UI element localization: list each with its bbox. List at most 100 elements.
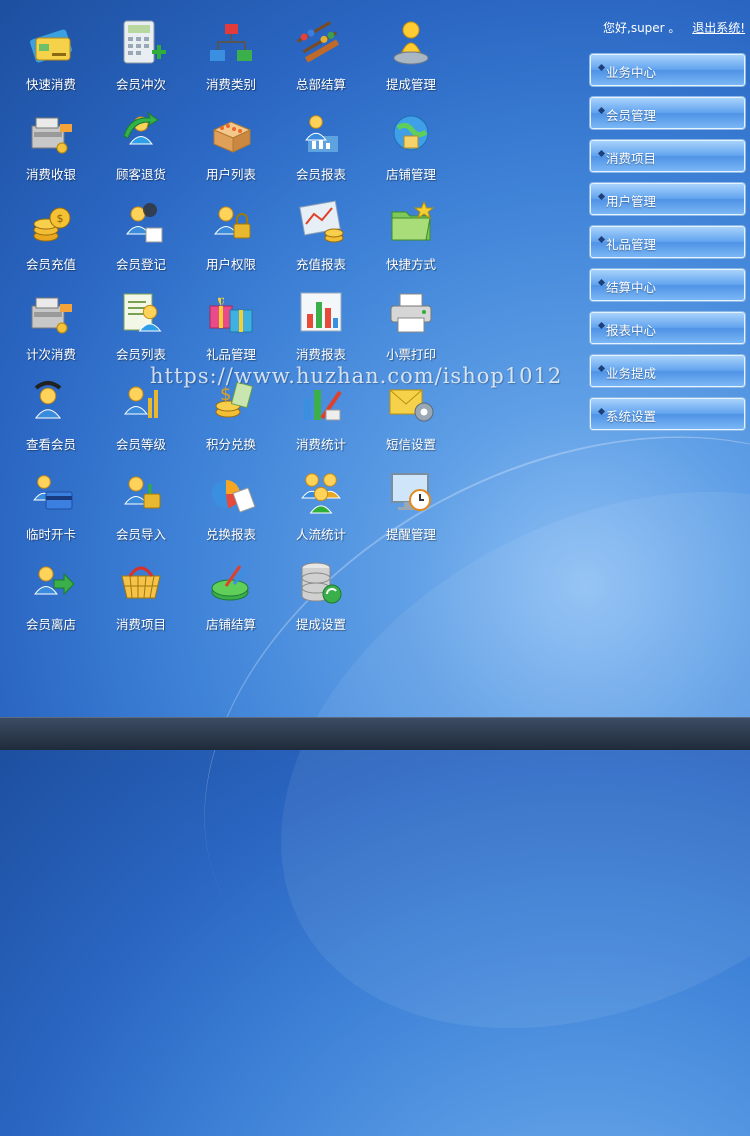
desktop-shortcut[interactable]: 消费项目 (97, 554, 185, 640)
desktop-shortcut-label: 总部结算 (295, 77, 346, 92)
desktop-shortcut-label: 短信设置 (385, 437, 436, 452)
taskbar (0, 717, 750, 750)
desktop-shortcut-label: 积分兑换 (205, 437, 256, 452)
watermark-url: https://www.huzhan.com/ishop1012 (150, 364, 563, 388)
desktop-shortcut[interactable]: 店铺管理 (367, 104, 455, 190)
desktop-shortcut-label: 提醒管理 (385, 527, 436, 542)
settlement-icon (206, 558, 256, 608)
sidebar-menu-item[interactable]: 业务中心 (590, 54, 745, 86)
desktop-shortcut-label: 店铺管理 (385, 167, 436, 182)
desktop-shortcut[interactable]: 提醒管理 (367, 464, 455, 550)
desktop-shortcut-label: 兑换报表 (205, 527, 256, 542)
coins-icon: $ (26, 198, 76, 248)
sidebar-menu-item[interactable]: 结算中心 (590, 269, 745, 301)
desktop-shortcut[interactable]: 礼品管理 (187, 284, 275, 370)
desktop-shortcut[interactable]: 提成设置 (277, 554, 365, 640)
desktop-shortcut[interactable]: 消费报表 (277, 284, 365, 370)
pie-chart-icon (206, 468, 256, 518)
desktop-shortcut[interactable]: 用户列表 (187, 104, 275, 190)
sidebar-menu-item[interactable]: 会员管理 (590, 97, 745, 129)
desktop-shortcut-label: 会员报表 (295, 167, 346, 182)
diamond-bullet-icon (597, 106, 606, 115)
desktop-shortcut[interactable]: 快速消费 (7, 14, 95, 100)
store-globe-icon (386, 108, 436, 158)
desktop-shortcut-label: 提成设置 (295, 617, 346, 632)
diamond-bullet-icon (597, 235, 606, 244)
diamond-bullet-icon (597, 63, 606, 72)
desktop-shortcut[interactable]: 用户权限 (187, 194, 275, 280)
sidebar-menu-label: 结算中心 (606, 280, 657, 295)
desktop-shortcut[interactable]: 消费收银 (7, 104, 95, 190)
desktop-shortcut-label: 用户列表 (205, 167, 256, 182)
desktop-shortcut[interactable]: $ 会员充值 (7, 194, 95, 280)
desktop-shortcut[interactable]: 会员冲次 (97, 14, 185, 100)
diamond-bullet-icon (597, 278, 606, 287)
desktop-shortcut[interactable]: 查看会员 (7, 374, 95, 460)
desktop-shortcut-label: 消费项目 (115, 617, 166, 632)
box-grid-icon (206, 108, 256, 158)
desktop-shortcut-label: 会员充值 (25, 257, 76, 272)
temp-card-icon (26, 468, 76, 518)
sidebar-menu-item[interactable]: 消费项目 (590, 140, 745, 172)
sidebar-menu-item[interactable]: 系统设置 (590, 398, 745, 430)
sidebar-menu-item[interactable]: 用户管理 (590, 183, 745, 215)
desktop-shortcut[interactable]: 消费类别 (187, 14, 275, 100)
basket-icon (116, 558, 166, 608)
desktop-shortcut[interactable]: 会员导入 (97, 464, 185, 550)
cash-register-icon (26, 288, 76, 338)
sidebar-menu-item[interactable]: 业务提成 (590, 355, 745, 387)
bar-chart-icon (296, 288, 346, 338)
user-greeting: 您好,super 。 退出系统! (603, 19, 745, 36)
clock-monitor-icon (386, 468, 436, 518)
diamond-bullet-icon (597, 407, 606, 416)
abacus-icon (296, 18, 346, 68)
desktop-shortcut[interactable]: 计次消费 (7, 284, 95, 370)
desktop-shortcut-label: 快速消费 (25, 77, 76, 92)
desktop-shortcut-label: 小票打印 (385, 347, 436, 362)
desktop-shortcut[interactable]: 顾客退货 (97, 104, 185, 190)
user-list-icon (116, 288, 166, 338)
sidebar-menu-item[interactable]: 报表中心 (590, 312, 745, 344)
calculator-plus-icon (116, 18, 166, 68)
logout-link[interactable]: 退出系统! (692, 21, 745, 35)
desktop-shortcut-label: 用户权限 (205, 257, 256, 272)
desktop: { "header": { "greeting": "您好,super 。", … (0, 0, 750, 1136)
desktop-shortcut[interactable]: 兑换报表 (187, 464, 275, 550)
desktop-shortcut[interactable]: 小票打印 (367, 284, 455, 370)
diamond-bullet-icon (597, 149, 606, 158)
greeting-text: 您好,super 。 (603, 21, 681, 35)
svg-text:$: $ (57, 212, 64, 225)
user-return-icon (116, 108, 166, 158)
desktop-shortcut-label: 查看会员 (25, 437, 76, 452)
user-view-icon (26, 378, 76, 428)
user-import-icon (116, 468, 166, 518)
desktop-shortcut-label: 消费报表 (295, 347, 346, 362)
desktop-shortcut-label: 消费统计 (295, 437, 346, 452)
desktop-shortcut-label: 计次消费 (25, 347, 76, 362)
desktop-shortcut-label: 会员离店 (25, 617, 76, 632)
user-exit-icon (26, 558, 76, 608)
desktop-shortcut[interactable]: 店铺结算 (187, 554, 275, 640)
cash-register-icon (26, 108, 76, 158)
desktop-shortcut[interactable]: 会员报表 (277, 104, 365, 190)
desktop-shortcut[interactable]: 提成管理 (367, 14, 455, 100)
user-lock-icon (206, 198, 256, 248)
desktop-shortcut[interactable]: 会员离店 (7, 554, 95, 640)
desktop-shortcut-label: 礼品管理 (205, 347, 256, 362)
desktop-shortcut[interactable]: 临时开卡 (7, 464, 95, 550)
diamond-bullet-icon (597, 321, 606, 330)
desktop-shortcut[interactable]: 会员登记 (97, 194, 185, 280)
people-icon (296, 468, 346, 518)
desktop-shortcut-label: 会员冲次 (115, 77, 166, 92)
desktop-shortcut[interactable]: 会员列表 (97, 284, 185, 370)
desktop-shortcut[interactable]: 人流统计 (277, 464, 365, 550)
desktop-shortcut-label: 店铺结算 (205, 617, 256, 632)
desktop-shortcut-label: 会员导入 (115, 527, 166, 542)
desktop-shortcut[interactable]: 快捷方式 (367, 194, 455, 280)
sidebar-menu-label: 系统设置 (606, 409, 657, 424)
desktop-shortcut[interactable]: 总部结算 (277, 14, 365, 100)
sidebar-menu-item[interactable]: 礼品管理 (590, 226, 745, 258)
folder-star-icon (386, 198, 436, 248)
desktop-shortcut-label: 会员登记 (115, 257, 166, 272)
desktop-shortcut[interactable]: 充值报表 (277, 194, 365, 280)
